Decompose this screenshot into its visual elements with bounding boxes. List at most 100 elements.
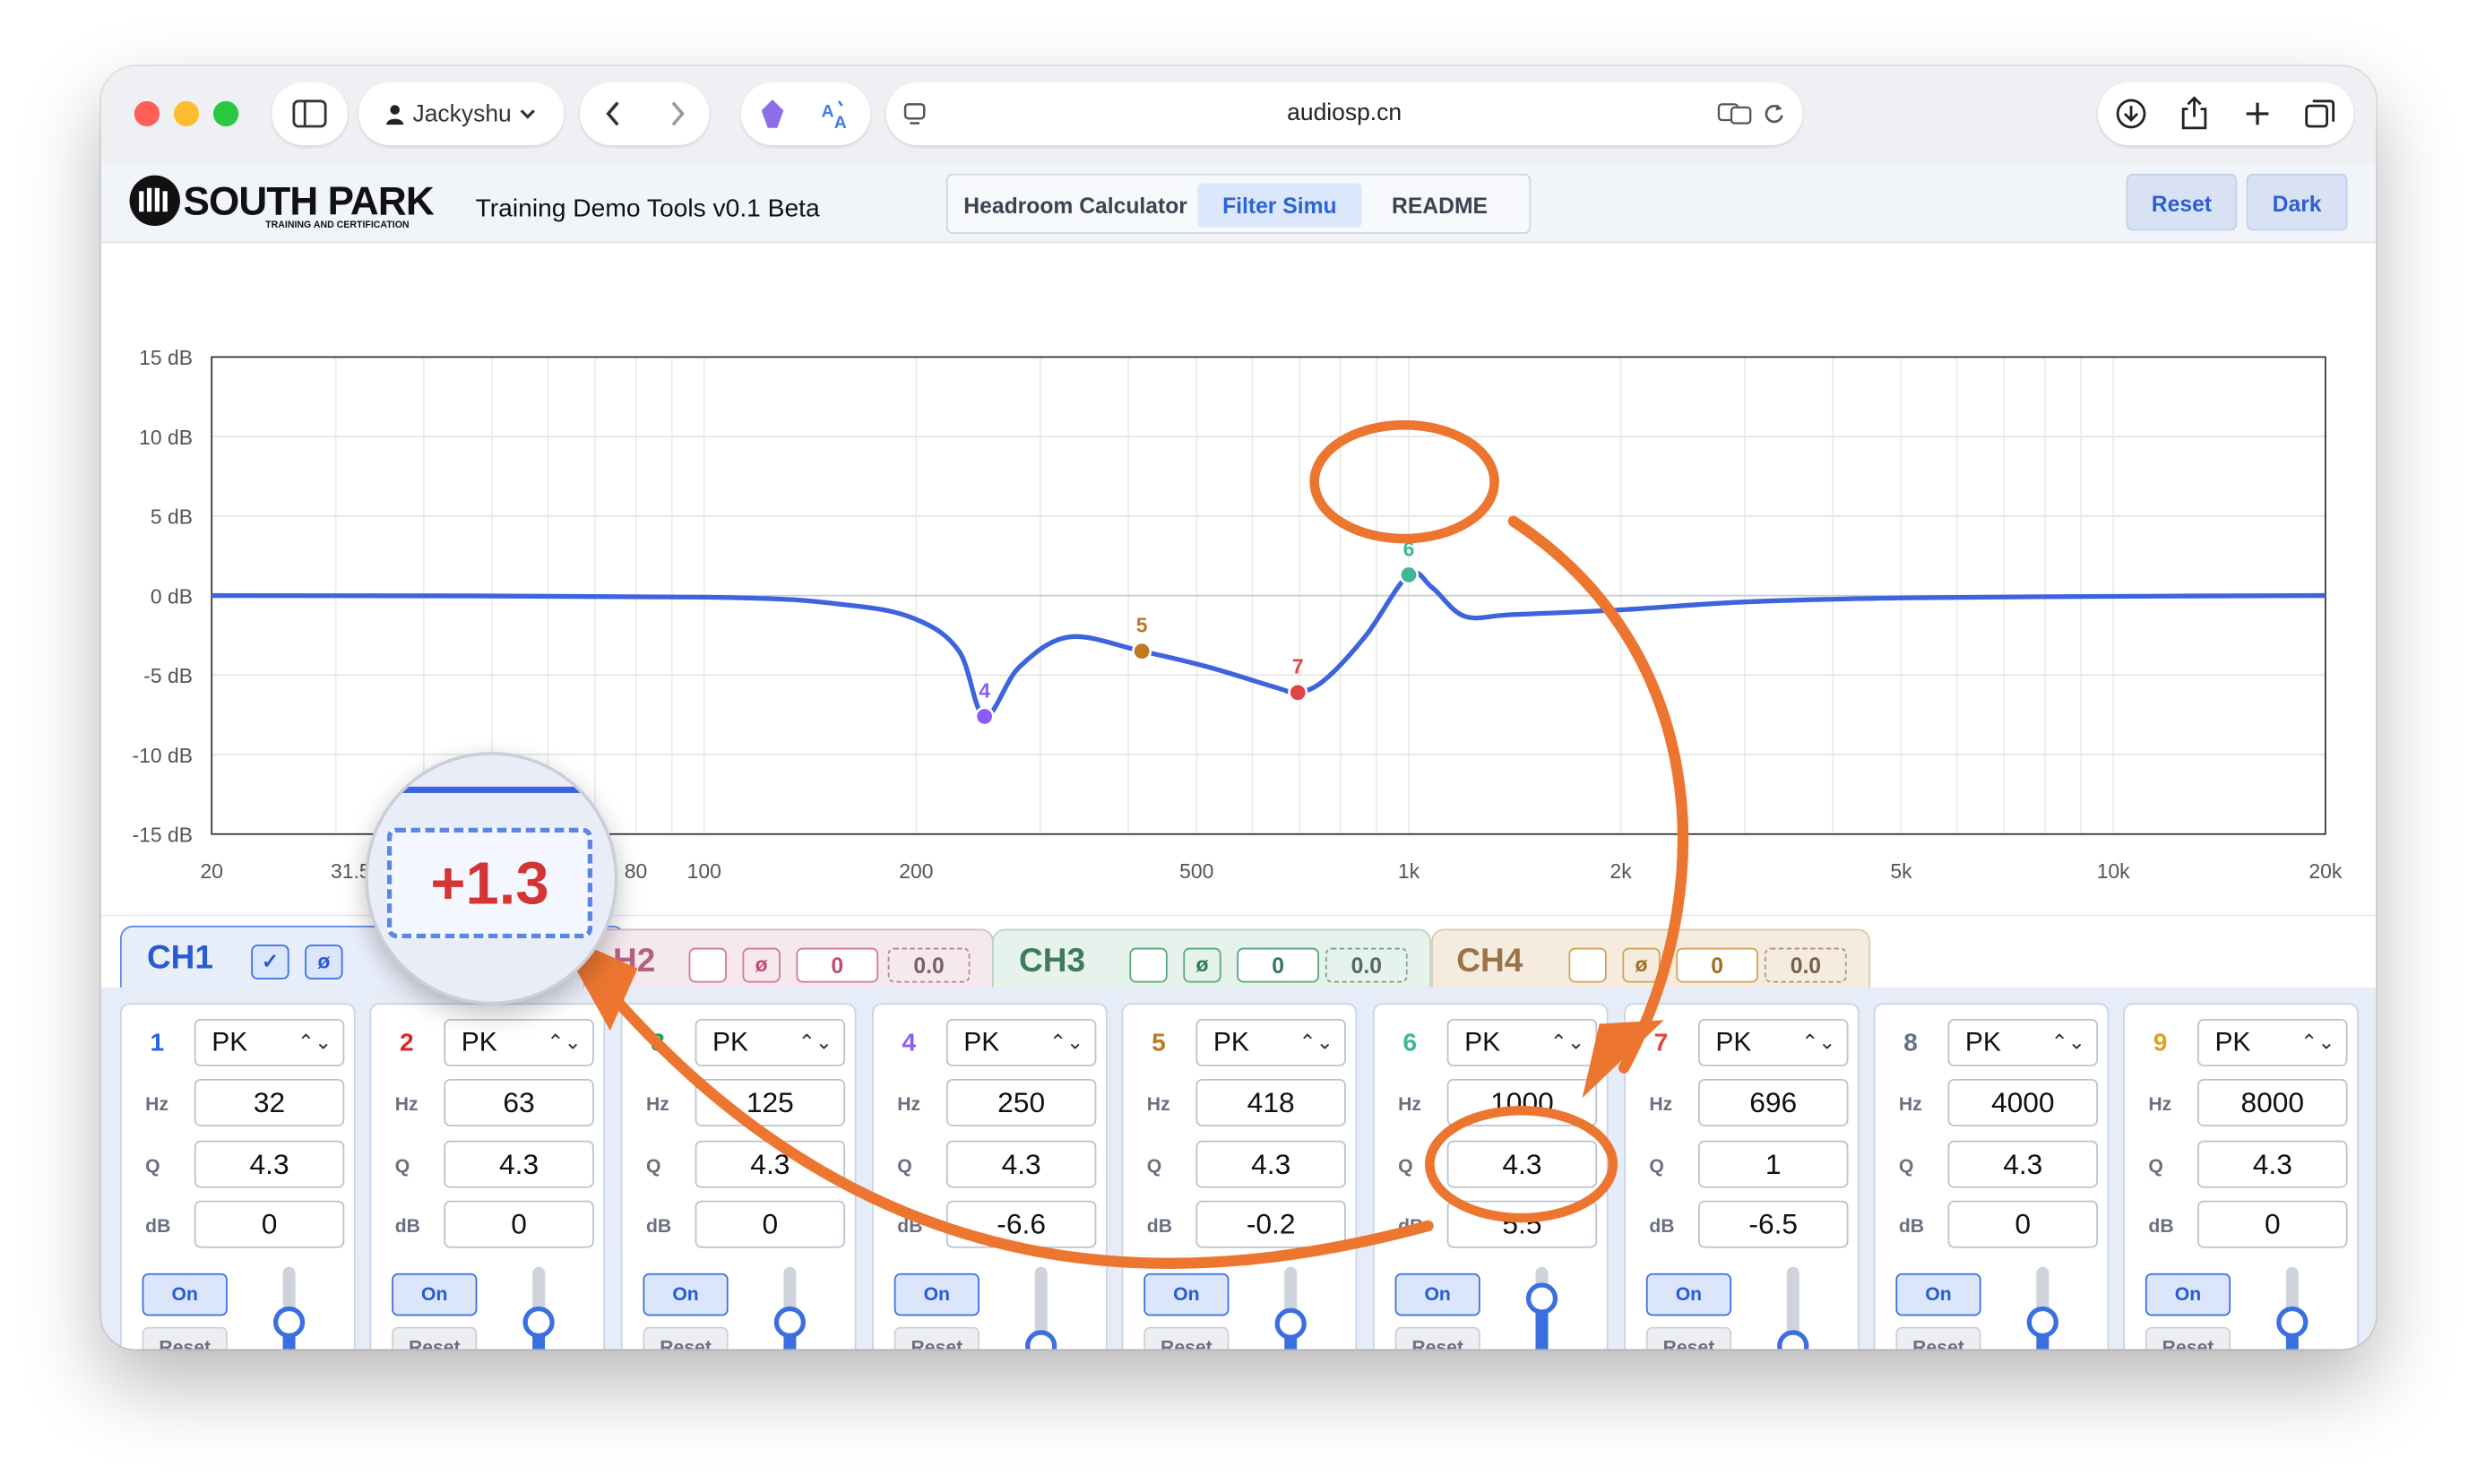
q-field[interactable]: 4.3 <box>695 1140 846 1188</box>
gain-slider-thumb[interactable] <box>522 1306 555 1339</box>
q-field[interactable]: 4.3 <box>2197 1140 2348 1188</box>
band-on-button[interactable]: On <box>1895 1273 1981 1316</box>
gain-slider-thumb[interactable] <box>2276 1306 2309 1339</box>
band-reset-button[interactable]: Reset <box>1394 1326 1480 1350</box>
gain-field[interactable]: 0 <box>1947 1200 2098 1248</box>
band-on-button[interactable]: On <box>1394 1273 1480 1316</box>
forward-arrow-icon[interactable] <box>668 99 686 128</box>
band-on-button[interactable]: On <box>1645 1273 1732 1316</box>
gain-slider-thumb[interactable] <box>272 1306 306 1339</box>
profile-button[interactable]: Jackyshu <box>358 82 565 146</box>
band-reset-button[interactable]: Reset <box>392 1326 478 1350</box>
close-window-button[interactable] <box>134 100 160 127</box>
channel-enable-checkbox[interactable]: ✓ <box>251 945 289 979</box>
band-reset-button[interactable]: Reset <box>142 1326 228 1350</box>
frequency-field[interactable]: 4000 <box>1947 1078 2098 1126</box>
band-on-button[interactable]: On <box>392 1273 478 1316</box>
gain-field[interactable]: -6.5 <box>1698 1200 1849 1248</box>
extension-gem-icon[interactable] <box>757 98 786 129</box>
filter-type-select[interactable]: PK ⌃⌄ <box>1195 1019 1346 1066</box>
filter-type-select[interactable]: PK ⌃⌄ <box>695 1019 846 1066</box>
channel-enable-checkbox[interactable] <box>1568 947 1607 983</box>
frequency-field[interactable]: 418 <box>1195 1078 1346 1126</box>
filter-type-select[interactable]: PK ⌃⌄ <box>1947 1019 2098 1066</box>
translate-icon[interactable]: AA <box>819 98 854 130</box>
filter-type-select[interactable]: PK ⌃⌄ <box>1446 1019 1598 1066</box>
translate-page-icon[interactable] <box>1717 103 1752 125</box>
channel-gain-field[interactable]: 0 <box>796 947 879 983</box>
band-reset-button[interactable]: Reset <box>1144 1326 1230 1350</box>
filter-type-select[interactable]: PK ⌃⌄ <box>945 1019 1097 1066</box>
band-on-button[interactable]: On <box>643 1273 729 1316</box>
tab-readme[interactable]: README <box>1379 183 1500 227</box>
gain-field[interactable]: 0 <box>194 1200 345 1248</box>
gain-field[interactable]: 0 <box>695 1200 846 1248</box>
q-field[interactable]: 1 <box>1698 1140 1849 1188</box>
zoom-window-button[interactable] <box>212 100 239 127</box>
phase-invert-button[interactable]: ø <box>1622 947 1661 983</box>
sidebar-toggle-button[interactable] <box>272 82 348 146</box>
reload-icon[interactable] <box>1763 103 1785 125</box>
channel-tab-ch2[interactable]: H2 ø 0 0.0 <box>583 928 994 993</box>
minimize-window-button[interactable] <box>173 100 200 127</box>
dark-mode-button[interactable]: Dark <box>2246 173 2348 231</box>
band-on-button[interactable]: On <box>142 1273 228 1316</box>
gain-field[interactable]: -0.2 <box>1195 1200 1346 1248</box>
frequency-field[interactable]: 250 <box>945 1078 1097 1126</box>
share-icon[interactable] <box>2180 96 2209 132</box>
channel-gain-field[interactable]: 0 <box>1676 947 1758 983</box>
channel-tab-ch4[interactable]: CH4 ø 0 0.0 <box>1431 928 1871 993</box>
q-field[interactable]: 4.3 <box>1195 1140 1346 1188</box>
frequency-field[interactable]: 32 <box>194 1078 345 1126</box>
q-field[interactable]: 4.3 <box>1446 1140 1598 1188</box>
channel-tab-ch3[interactable]: CH3 ø 0 0.0 <box>992 928 1432 993</box>
gain-slider-thumb[interactable] <box>773 1306 807 1339</box>
reset-button[interactable]: Reset <box>2126 173 2238 231</box>
gain-field[interactable]: 0 <box>444 1200 594 1248</box>
channel-label: CH4 <box>1456 943 1523 979</box>
frequency-field[interactable]: 1000 <box>1446 1078 1598 1126</box>
gain-slider-thumb[interactable] <box>1777 1330 1809 1350</box>
frequency-field[interactable]: 8000 <box>2197 1078 2348 1126</box>
filter-type-select[interactable]: PK ⌃⌄ <box>194 1019 345 1066</box>
channel-enable-checkbox[interactable] <box>1129 947 1168 983</box>
band-reset-button[interactable]: Reset <box>643 1326 729 1350</box>
frequency-field[interactable]: 63 <box>444 1078 594 1126</box>
x-tick-label: 2k <box>1610 859 1633 883</box>
back-arrow-icon[interactable] <box>603 99 622 128</box>
channel-enable-checkbox[interactable] <box>688 947 727 983</box>
download-icon[interactable] <box>2115 98 2146 129</box>
frequency-field[interactable]: 125 <box>695 1078 846 1126</box>
gain-slider-thumb[interactable] <box>1525 1281 1558 1314</box>
q-field[interactable]: 4.3 <box>1947 1140 2098 1188</box>
new-tab-plus-icon[interactable] <box>2243 99 2272 128</box>
q-field[interactable]: 4.3 <box>945 1140 1097 1188</box>
address-bar[interactable]: audiosp.cn <box>885 82 1803 146</box>
filter-type-select[interactable]: PK ⌃⌄ <box>2197 1019 2348 1066</box>
q-field[interactable]: 4.3 <box>444 1140 594 1188</box>
band-reset-button[interactable]: Reset <box>1645 1326 1732 1350</box>
gain-field[interactable]: 5.5 <box>1446 1200 1598 1248</box>
band-on-button[interactable]: On <box>893 1273 980 1316</box>
band-on-button[interactable]: On <box>1144 1273 1230 1316</box>
tab-filter-simu[interactable]: Filter Simu <box>1197 183 1362 228</box>
gain-slider-thumb[interactable] <box>1274 1307 1307 1340</box>
tab-headroom-calculator[interactable]: Headroom Calculator <box>951 183 1200 227</box>
gain-slider-thumb[interactable] <box>2026 1306 2058 1339</box>
band-reset-button[interactable]: Reset <box>2145 1326 2231 1350</box>
tab-overview-icon[interactable] <box>2305 98 2336 129</box>
gain-field[interactable]: -6.6 <box>945 1200 1097 1248</box>
gain-slider-thumb[interactable] <box>1025 1330 1057 1350</box>
filter-type-select[interactable]: PK ⌃⌄ <box>444 1019 594 1066</box>
phase-invert-button[interactable]: ø <box>1183 947 1221 983</box>
channel-gain-field[interactable]: 0 <box>1237 947 1319 983</box>
phase-invert-button[interactable]: ø <box>305 945 343 979</box>
band-reset-button[interactable]: Reset <box>893 1326 980 1350</box>
band-reset-button[interactable]: Reset <box>1895 1326 1981 1350</box>
frequency-field[interactable]: 696 <box>1698 1078 1849 1126</box>
gain-field[interactable]: 0 <box>2197 1200 2348 1248</box>
band-on-button[interactable]: On <box>2145 1273 2231 1316</box>
phase-invert-button[interactable]: ø <box>742 947 781 983</box>
filter-type-select[interactable]: PK ⌃⌄ <box>1698 1019 1849 1066</box>
q-field[interactable]: 4.3 <box>194 1140 345 1188</box>
